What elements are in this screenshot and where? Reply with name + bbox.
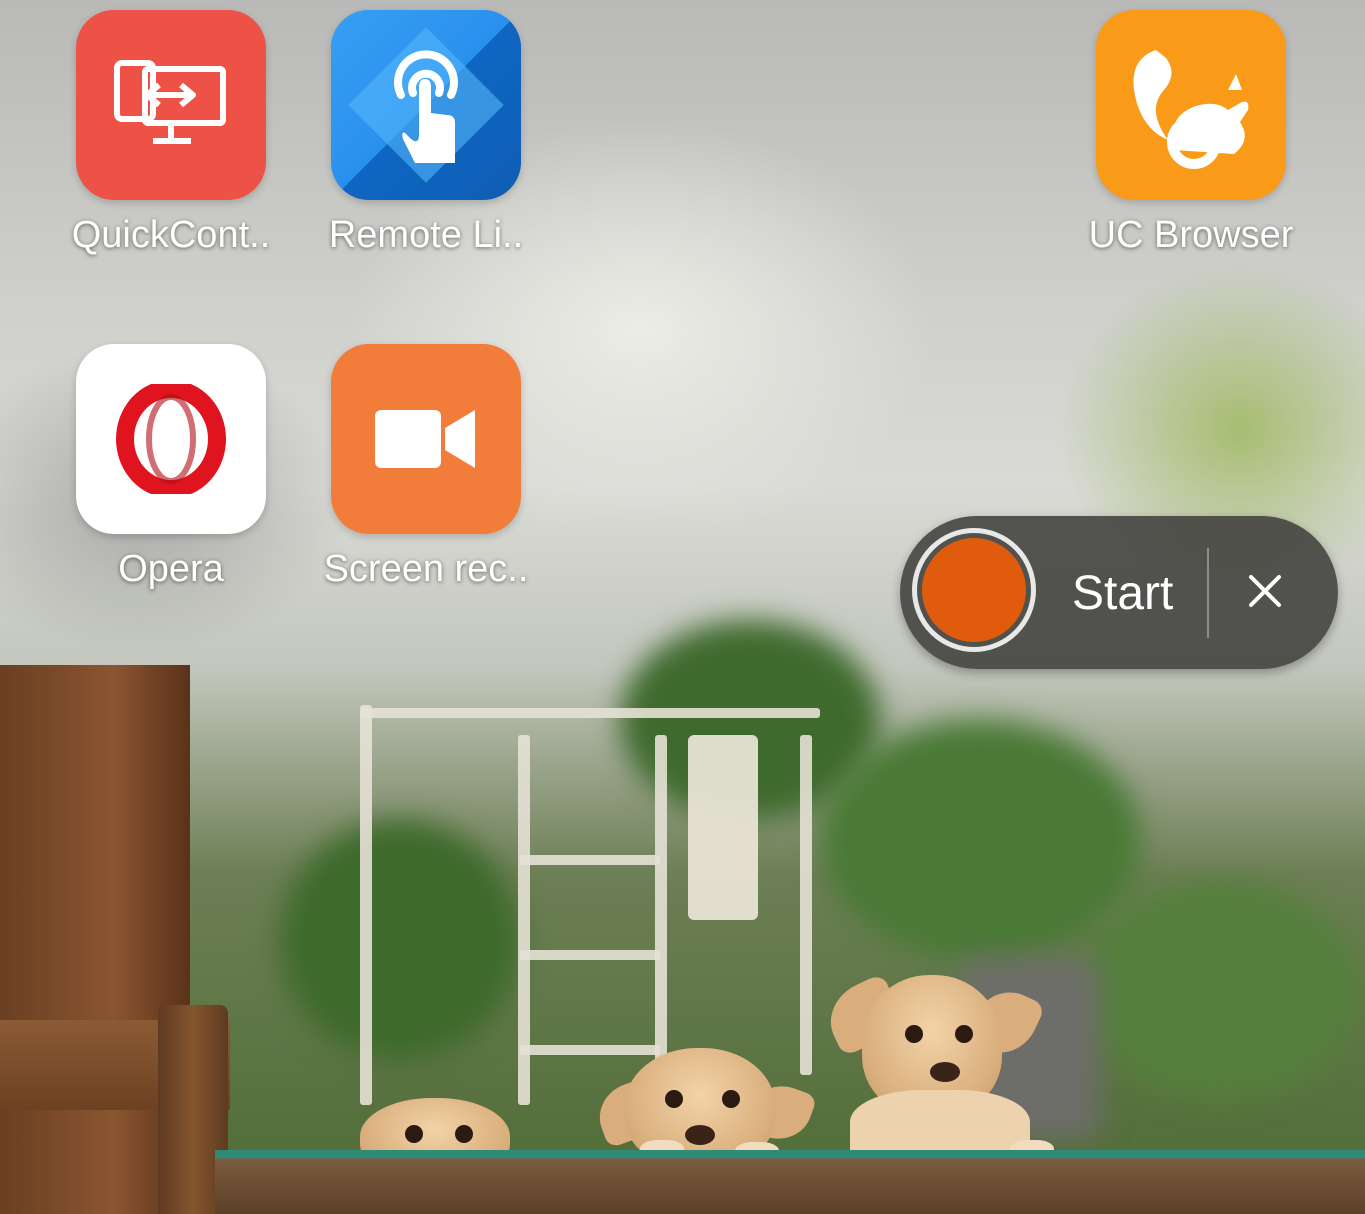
rack-bar [360,708,820,718]
tree-blob [820,720,1140,960]
rack-bar [520,1045,660,1055]
app-label: Screen rec.. [323,548,529,590]
tree-blob [280,820,520,1060]
dog-eye [455,1125,473,1143]
dog-eye [722,1090,740,1108]
cloth [688,735,758,920]
app-icon[interactable] [331,10,521,200]
app-label: Remote Li.. [328,214,524,256]
rack-bar [520,950,660,960]
ledge [215,1150,1365,1214]
app-label: Opera [118,548,224,590]
rack-bar [520,855,660,865]
start-button[interactable]: Start [1072,566,1173,621]
dog-eye [405,1125,423,1143]
touch-icon [331,10,521,200]
app-icon[interactable] [1096,10,1286,200]
app-opera[interactable]: Opera [51,344,291,591]
opera-o-icon [76,344,266,534]
app-label: UC Browser [1088,214,1294,256]
app-icon[interactable] [331,344,521,534]
video-camera-icon [331,344,521,534]
rack-bar [360,705,372,1105]
app-screen-recorder[interactable]: Screen rec.. [306,344,546,591]
close-button[interactable] [1230,556,1300,626]
dog-eye [955,1025,973,1043]
tree-blob [1080,880,1360,1100]
app-icon[interactable] [76,10,266,200]
app-label: QuickCont.. [71,214,271,256]
divider [1207,548,1209,638]
app-quickcontrol[interactable]: QuickCont.. [51,10,291,257]
close-icon [1249,575,1281,607]
recorder-floating-control: Start [900,516,1338,669]
dog-nose [685,1125,715,1145]
squirrel-icon [1096,10,1286,200]
record-dot-icon [922,538,1026,642]
rack-bar [800,735,812,1075]
dog-eye [905,1025,923,1043]
app-remote-link[interactable]: Remote Li.. [306,10,546,257]
app-uc-browser[interactable]: UC Browser [1071,10,1311,257]
dog-nose [930,1062,960,1082]
screen-transfer-icon [76,10,266,200]
record-button[interactable] [912,528,1036,652]
app-icon[interactable] [76,344,266,534]
dog-eye [665,1090,683,1108]
rack-bar [655,735,667,1075]
